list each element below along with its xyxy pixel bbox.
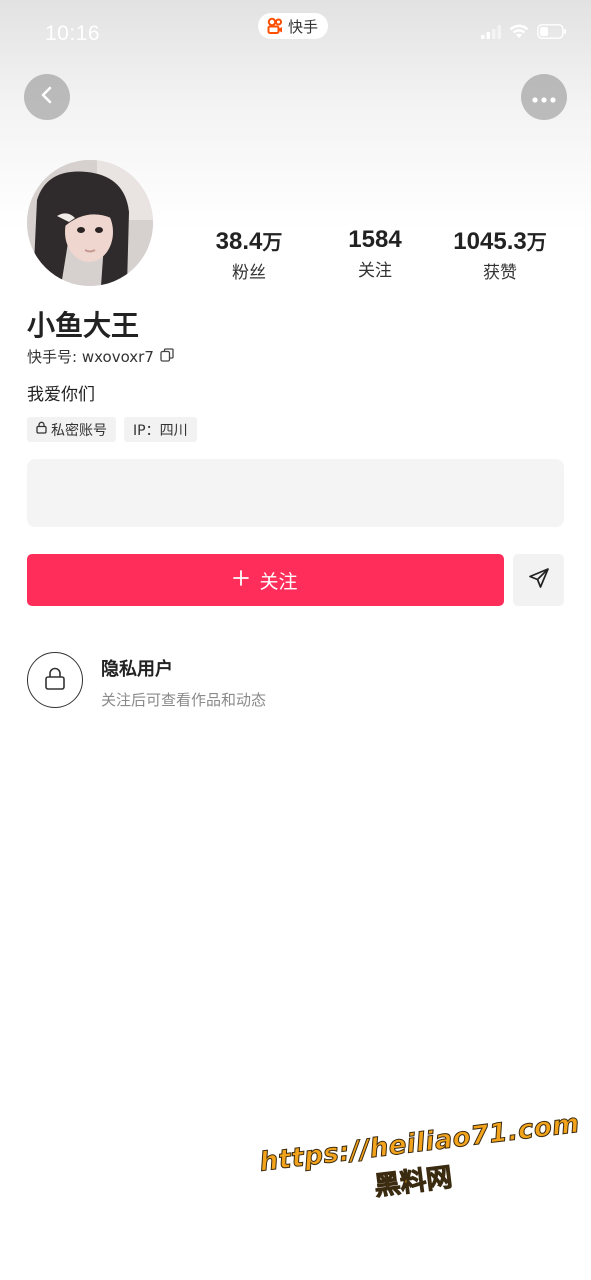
stat-followers[interactable]: 38.4万 粉丝 xyxy=(179,226,319,283)
kwai-id-row[interactable]: 快手号: wxovoxr7 xyxy=(27,346,174,367)
wifi-icon xyxy=(509,24,529,43)
watermark: https://heiliao71.com 黑料网 xyxy=(258,1108,582,1216)
private-account-tag: 私密账号 xyxy=(27,417,116,442)
kwai-id-label: 快手号: wxovoxr7 xyxy=(27,348,154,366)
stat-label: 粉丝 xyxy=(232,263,266,283)
lock-icon xyxy=(36,421,47,438)
stat-following[interactable]: 1584 关注 xyxy=(305,226,445,281)
status-icons xyxy=(481,24,567,43)
app-pill-label: 快手 xyxy=(288,17,319,36)
more-button[interactable] xyxy=(521,74,567,120)
chevron-left-icon xyxy=(37,85,57,109)
send-icon xyxy=(528,567,550,593)
battery-icon xyxy=(537,24,567,43)
plus-icon xyxy=(233,569,250,591)
kuaishou-logo-icon xyxy=(266,17,284,35)
avatar[interactable] xyxy=(27,160,153,286)
private-user-title: 隐私用户 xyxy=(101,659,173,680)
follow-label: 关注 xyxy=(259,570,298,593)
more-icon xyxy=(532,88,556,107)
signal-icon xyxy=(481,24,501,43)
stat-value: 1045.3万 xyxy=(453,228,547,255)
follow-button[interactable]: 关注 xyxy=(27,554,504,606)
ip-location-tag: IP：四川 xyxy=(124,417,197,442)
stat-value: 1584 xyxy=(348,226,402,253)
share-button[interactable] xyxy=(513,554,564,606)
back-button[interactable] xyxy=(24,74,70,120)
profile-tags: 私密账号 IP：四川 xyxy=(27,417,197,442)
private-user-icon xyxy=(27,652,83,708)
stat-value: 38.4万 xyxy=(215,228,283,255)
status-time: 10:16 xyxy=(45,22,101,45)
private-user-description: 关注后可查看作品和动态 xyxy=(101,691,267,709)
app-pill[interactable]: 快手 xyxy=(258,13,329,39)
info-card xyxy=(27,459,564,527)
lock-icon xyxy=(45,667,65,694)
bio: 我爱你们 xyxy=(27,385,95,405)
stat-label: 获赞 xyxy=(483,263,517,283)
copy-icon[interactable] xyxy=(160,347,174,366)
stat-likes[interactable]: 1045.3万 获赞 xyxy=(430,226,570,283)
nickname: 小鱼大王 xyxy=(27,309,140,342)
stat-label: 关注 xyxy=(358,261,392,281)
